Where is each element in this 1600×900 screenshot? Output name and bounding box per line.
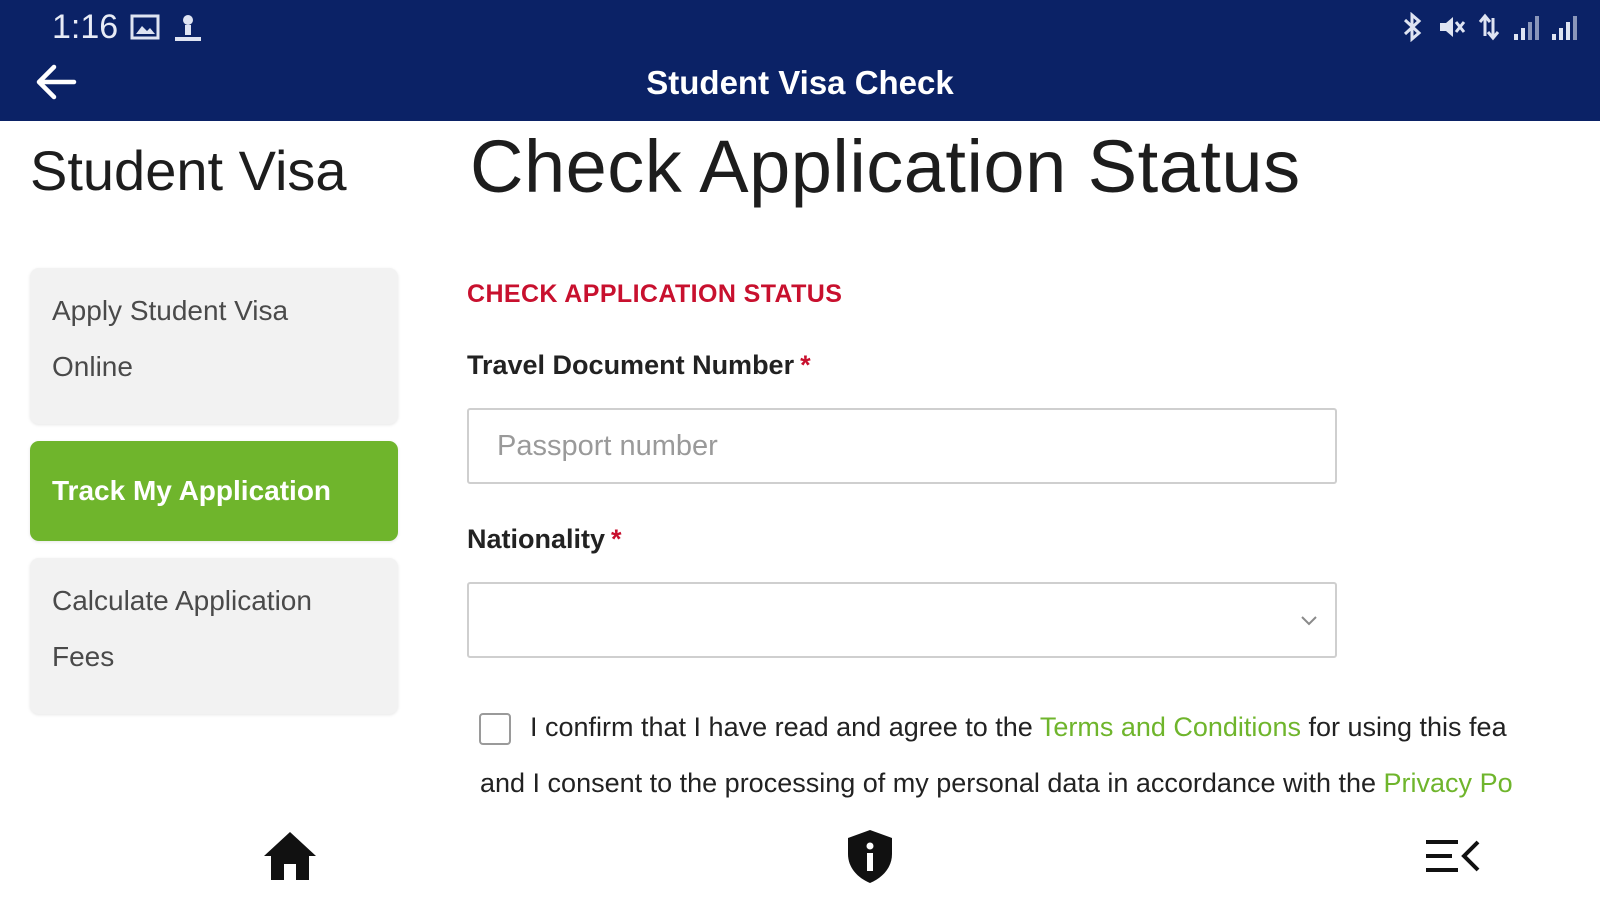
consent-prefix: and I consent to the processing of my pe… xyxy=(480,768,1384,798)
consent-checkbox[interactable] xyxy=(479,713,511,745)
travel-document-label-text: Travel Document Number xyxy=(467,350,795,380)
section-heading: CHECK APPLICATION STATUS xyxy=(467,280,843,308)
mute-icon xyxy=(1440,17,1466,37)
status-icons-left xyxy=(130,12,204,44)
image-notification-icon xyxy=(130,14,160,40)
info-shield-icon[interactable] xyxy=(840,826,900,886)
sidebar-item-apply-online[interactable]: Apply Student Visa Online xyxy=(30,268,398,424)
privacy-policy-link[interactable]: Privacy Po xyxy=(1384,768,1513,798)
person-notification-icon xyxy=(175,15,201,41)
terms-and-conditions-link[interactable]: Terms and Conditions xyxy=(1040,712,1301,742)
sidebar-item-calculate-fees[interactable]: Calculate Application Fees xyxy=(30,558,398,714)
nationality-label: Nationality * xyxy=(467,524,622,555)
nationality-select[interactable] xyxy=(467,582,1337,658)
passport-number-input[interactable] xyxy=(467,408,1337,484)
status-icons-right xyxy=(1400,12,1578,42)
consent-suffix: for using this fea xyxy=(1300,712,1507,742)
data-icon xyxy=(1478,13,1500,41)
sidebar-item-label-line2: Online xyxy=(52,351,133,382)
bottom-navigation xyxy=(0,810,1600,900)
status-time: 1:16 xyxy=(52,8,119,46)
home-icon[interactable] xyxy=(260,826,320,886)
sidebar-item-label-line1: Calculate Application xyxy=(52,585,312,616)
sidebar-title: Student Visa xyxy=(30,139,347,202)
required-mark: * xyxy=(800,350,811,380)
chevron-down-icon xyxy=(1301,616,1317,626)
consent-text-line2: and I consent to the processing of my pe… xyxy=(480,768,1513,799)
consent-text-line1: I confirm that I have read and agree to … xyxy=(530,712,1507,743)
signal-icon xyxy=(1552,16,1577,40)
sidebar-item-label-line2: Fees xyxy=(52,641,115,672)
signal-icon xyxy=(1514,16,1539,40)
bluetooth-icon xyxy=(1403,12,1422,42)
travel-document-label: Travel Document Number * xyxy=(467,350,811,381)
app-top-bar: 1:16 Student Visa Check xyxy=(0,0,1600,121)
required-mark: * xyxy=(611,524,622,554)
menu-icon[interactable] xyxy=(1422,826,1482,886)
sidebar-item-label: Track My Application xyxy=(52,475,332,506)
page-title: Check Application Status xyxy=(470,125,1301,208)
nationality-label-text: Nationality xyxy=(467,524,606,554)
sidebar-item-track-application[interactable]: Track My Application xyxy=(30,441,398,541)
consent-prefix: I confirm that I have read and agree to … xyxy=(530,712,1040,742)
app-title: Student Visa Check xyxy=(646,64,954,101)
sidebar-item-label-line1: Apply Student Visa xyxy=(52,295,289,326)
